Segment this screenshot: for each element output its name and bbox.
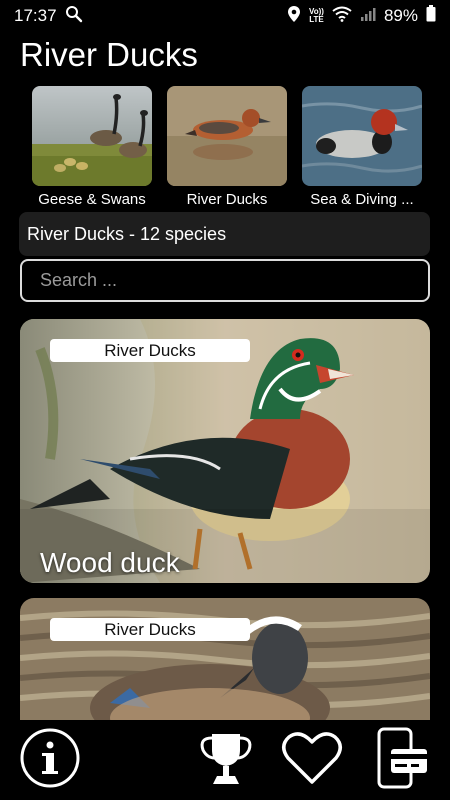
status-bar: 17:37 Vo)) LTE 89% bbox=[0, 0, 450, 32]
battery-percentage: 89% bbox=[383, 6, 418, 25]
river-duck-photo bbox=[167, 86, 287, 186]
diving-duck-photo bbox=[302, 86, 422, 186]
species-count-bar: River Ducks - 12 species bbox=[19, 212, 430, 256]
info-icon bbox=[19, 727, 81, 794]
species-card-wood-duck[interactable]: River Ducks Wood duck bbox=[20, 319, 430, 583]
lte-indicator: Vo)) LTE bbox=[309, 8, 324, 24]
species-count-text: River Ducks - 12 species bbox=[27, 223, 227, 244]
purchase-button[interactable] bbox=[370, 727, 434, 794]
bottom-nav bbox=[0, 720, 450, 800]
heart-icon bbox=[281, 730, 343, 791]
trophy-icon bbox=[197, 730, 255, 791]
category-carousel[interactable]: Geese & Swans River Ducks Sea & Diving .… bbox=[0, 86, 450, 210]
search-icon bbox=[65, 5, 83, 28]
category-label: River Ducks bbox=[186, 191, 268, 208]
category-geese-swans[interactable]: Geese & Swans bbox=[24, 86, 160, 208]
status-right: Vo)) LTE 89% bbox=[287, 5, 436, 28]
category-badge: River Ducks bbox=[50, 618, 250, 641]
signal-icon bbox=[360, 6, 376, 27]
geese-photo bbox=[32, 86, 152, 186]
lte-label: LTE bbox=[309, 15, 324, 24]
favorites-button[interactable] bbox=[280, 728, 344, 792]
trophy-button[interactable] bbox=[194, 728, 258, 792]
species-name: Wood duck bbox=[40, 547, 180, 578]
category-label: Geese & Swans bbox=[38, 191, 146, 208]
category-river-ducks[interactable]: River Ducks bbox=[159, 86, 295, 208]
category-badge: River Ducks bbox=[50, 339, 250, 362]
category-label: Sea & Diving ... bbox=[310, 191, 414, 208]
status-time: 17:37 bbox=[14, 6, 57, 25]
category-sea-diving[interactable]: Sea & Diving ... bbox=[294, 86, 430, 208]
payment-icon bbox=[373, 727, 431, 794]
page-title: River Ducks bbox=[20, 36, 198, 73]
info-button[interactable] bbox=[18, 728, 82, 792]
battery-icon bbox=[426, 5, 436, 27]
species-card-teal[interactable]: River Ducks bbox=[20, 598, 430, 738]
app-screen: 17:37 Vo)) LTE 89% River Ducks Geese & S… bbox=[0, 0, 450, 800]
search-input[interactable] bbox=[20, 259, 430, 302]
status-left: 17:37 bbox=[14, 5, 83, 28]
wifi-icon bbox=[332, 6, 352, 27]
location-icon bbox=[287, 5, 301, 28]
